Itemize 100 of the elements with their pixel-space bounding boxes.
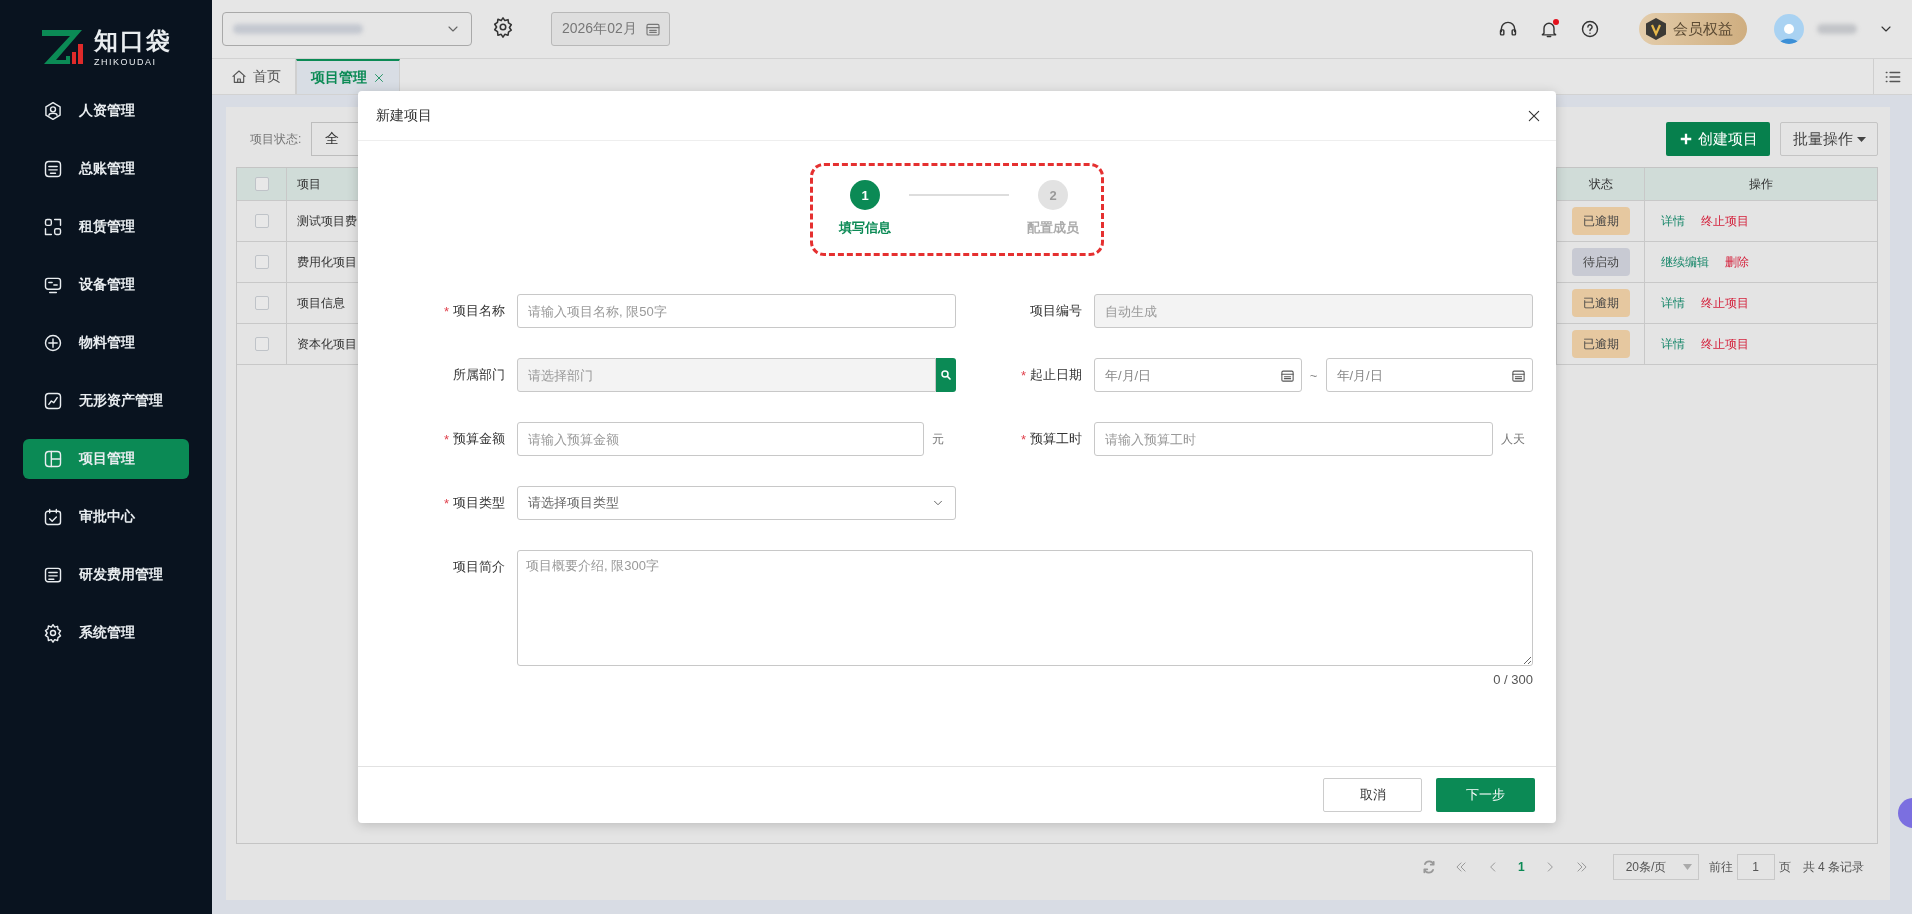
action-link[interactable]: 终止项目 — [1701, 335, 1749, 353]
calendar-icon — [1279, 368, 1295, 383]
ledger-icon — [43, 159, 63, 179]
action-link[interactable]: 终止项目 — [1701, 294, 1749, 312]
row-checkbox[interactable] — [254, 255, 269, 269]
status-tag: 已逾期 — [1571, 207, 1630, 235]
chart-icon — [43, 391, 63, 411]
home-icon — [231, 68, 247, 85]
action-link[interactable]: 删除 — [1725, 253, 1749, 271]
column-header: 状态 — [1588, 175, 1613, 193]
page-number[interactable]: 1 — [1517, 860, 1525, 874]
step: 1 填写信息 — [825, 180, 905, 237]
field-label: 项目编号 — [1030, 302, 1082, 320]
sidebar-item[interactable]: 无形资产管理 — [23, 381, 189, 421]
required-mark: * — [1020, 367, 1026, 383]
cancel-button[interactable]: 取消 — [1323, 778, 1422, 812]
list-icon — [43, 565, 63, 585]
row-checkbox[interactable] — [254, 296, 269, 310]
dialog-title: 新建项目 — [376, 106, 432, 125]
required-mark: * — [1020, 431, 1026, 447]
create-project-button[interactable]: 创建项目 — [1666, 122, 1770, 156]
step: 2 配置成员 — [1013, 180, 1093, 237]
column-header: 操作 — [1749, 175, 1773, 193]
field-label: 预算工时 — [1030, 430, 1082, 448]
action-link[interactable]: 终止项目 — [1701, 212, 1749, 230]
unit-label: 人天 — [1500, 430, 1526, 448]
settings-icon[interactable] — [492, 16, 514, 38]
column-header: 项目 — [297, 175, 321, 193]
field-label: 所属部门 — [453, 366, 505, 384]
notification-button[interactable] — [1539, 19, 1559, 39]
caret-icon — [1856, 136, 1866, 142]
caret-icon — [1682, 864, 1692, 870]
number-field[interactable]: 请输入预算工时 — [1094, 422, 1493, 456]
refresh-icon[interactable] — [1421, 860, 1436, 874]
layout-icon — [43, 449, 63, 469]
table-cell: 费用化项目 — [297, 253, 357, 271]
status-tag: 待启动 — [1571, 248, 1630, 276]
sidebar-item[interactable]: 项目管理 — [23, 439, 189, 479]
company-select[interactable] — [222, 12, 472, 46]
required-mark: * — [443, 303, 449, 319]
status-tag: 已逾期 — [1571, 330, 1630, 358]
sidebar-item[interactable]: 人资管理 — [23, 91, 189, 131]
goto-label: 前往 — [1708, 858, 1733, 876]
description-field[interactable]: 项目概要介绍, 限300字 — [517, 550, 1533, 666]
field-label: 起止日期 — [1030, 366, 1082, 384]
calendar-icon — [43, 507, 63, 527]
month-picker[interactable]: 2026年02月 — [551, 12, 670, 46]
grid-icon — [43, 217, 63, 237]
plus-icon — [1678, 132, 1693, 146]
sidebar-item[interactable]: 设备管理 — [23, 265, 189, 305]
sidebar-item[interactable]: 系统管理 — [23, 613, 189, 653]
next-button[interactable]: 下一步 — [1436, 778, 1535, 812]
shield-icon — [1645, 17, 1667, 41]
help-icon[interactable] — [1580, 19, 1600, 39]
select-all-checkbox[interactable] — [254, 177, 269, 191]
action-link[interactable]: 详情 — [1661, 294, 1685, 312]
number-field[interactable]: 请输入预算金额 — [517, 422, 924, 456]
search-button[interactable] — [936, 358, 956, 392]
table-cell: 测试项目费 — [297, 212, 357, 230]
action-link[interactable]: 详情 — [1661, 335, 1685, 353]
field-label: 项目简介 — [453, 558, 505, 576]
headset-icon[interactable] — [1498, 19, 1518, 39]
field-label: 项目类型 — [453, 494, 505, 512]
logo-text: 知口袋 — [94, 25, 172, 56]
search-icon — [940, 369, 952, 381]
page-unit: 页 — [1778, 858, 1791, 876]
page-input[interactable]: 1 — [1736, 854, 1775, 880]
page-tab[interactable]: 项目管理 — [296, 59, 400, 94]
batch-actions-button[interactable]: 批量操作 — [1780, 122, 1878, 156]
calendar-icon — [1511, 368, 1526, 383]
avatar-icon[interactable] — [1774, 14, 1804, 44]
action-link[interactable]: 详情 — [1661, 212, 1685, 230]
device-icon — [43, 275, 63, 295]
action-link[interactable]: 继续编辑 — [1661, 253, 1709, 271]
row-checkbox[interactable] — [254, 337, 269, 351]
total-count: 共 4 条记录 — [1802, 858, 1864, 876]
last-page-icon[interactable] — [1574, 860, 1589, 874]
field-label: 预算金额 — [453, 430, 505, 448]
calendar-icon — [645, 21, 661, 37]
required-mark: * — [443, 431, 449, 447]
table-cell: 资本化项目 — [297, 335, 357, 353]
sidebar-item[interactable]: 研发费用管理 — [23, 555, 189, 595]
sidebar-item[interactable]: 物料管理 — [23, 323, 189, 363]
type-select[interactable]: 请选择项目类型 — [517, 486, 956, 520]
range-separator: ~ — [1308, 367, 1319, 383]
sidebar-item[interactable]: 租赁管理 — [23, 207, 189, 247]
table-cell: 项目信息 — [297, 294, 345, 312]
page-size-select[interactable]: 20条/页 — [1612, 854, 1699, 880]
first-page-icon[interactable] — [1453, 860, 1468, 874]
sidebar-item[interactable]: 审批中心 — [23, 497, 189, 537]
member-badge[interactable]: 会员权益 — [1639, 13, 1747, 45]
field-label: 项目名称 — [453, 302, 505, 320]
filter-label: 项目状态: — [250, 130, 302, 148]
row-checkbox[interactable] — [254, 214, 269, 228]
text-field[interactable]: 请输入项目名称, 限50字 — [517, 294, 956, 328]
date-field[interactable]: 年/月/日 — [1325, 358, 1533, 392]
person-icon — [43, 101, 63, 121]
sidebar-item[interactable]: 总账管理 — [23, 149, 189, 189]
status-tag: 已逾期 — [1571, 289, 1630, 317]
date-field[interactable]: 年/月/日 — [1094, 358, 1302, 392]
